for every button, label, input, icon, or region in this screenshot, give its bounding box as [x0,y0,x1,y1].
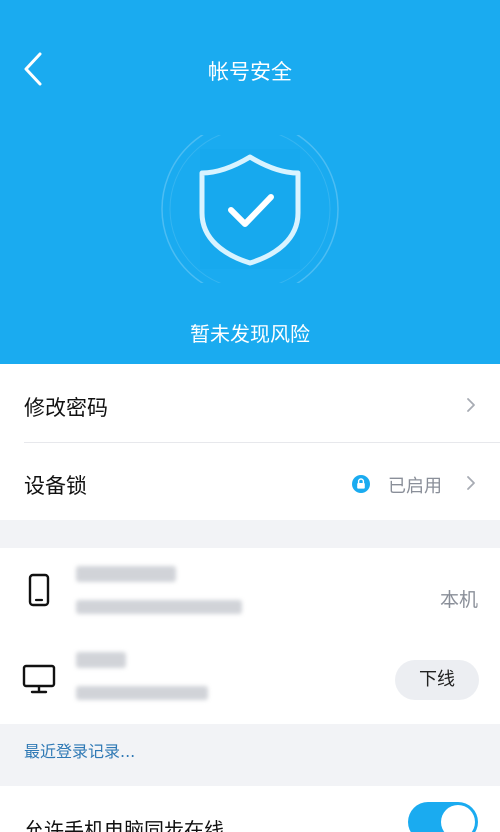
recent-logins-link[interactable]: 最近登录记录... [24,738,135,762]
sync-online-label: 允许手机电脑同步在线 [24,818,224,832]
device-lock-row[interactable]: 设备锁 已启用 [0,444,500,522]
this-device-badge: 本机 [439,589,478,611]
chevron-right-icon [467,476,475,490]
lock-icon [352,475,370,493]
page-title: 帐号安全 [208,60,292,84]
divider [24,442,500,443]
chevron-right-icon [467,398,475,412]
risk-status-text: 暂未发现风险 [190,322,310,346]
device-lock-label: 设备锁 [24,474,87,498]
device-info-redacted [76,686,208,700]
security-header: 帐号安全 暂未发现风险 [0,0,500,364]
change-password-row[interactable]: 修改密码 [0,366,500,444]
device-row-phone: 本机 [0,548,500,636]
phone-icon [28,573,50,607]
change-password-label: 修改密码 [24,396,108,420]
offline-button[interactable]: 下线 [395,660,479,700]
device-name-redacted [76,566,176,582]
desktop-icon [22,664,56,694]
shield-check-icon [161,135,339,283]
security-options: 修改密码 设备锁 已启用 [0,364,500,520]
device-name-redacted [76,652,126,668]
logged-in-devices: 本机 下线 [0,548,500,724]
device-lock-status: 已启用 [388,476,442,497]
toggle-knob [441,805,475,832]
device-row-desktop: 下线 [0,636,500,724]
sync-online-toggle[interactable] [408,802,478,832]
device-info-redacted [76,600,242,614]
